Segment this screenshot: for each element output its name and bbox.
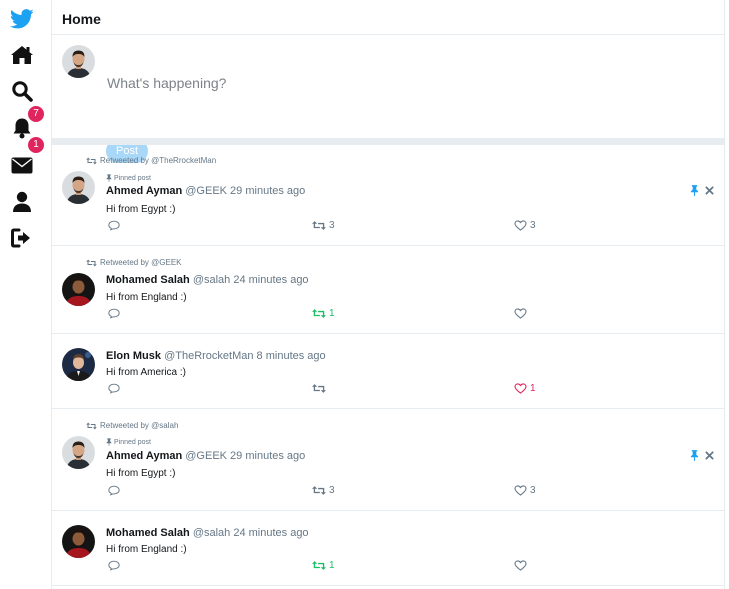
messages-envelope-icon[interactable]: 1 <box>8 137 44 179</box>
retweeted-by: Retweeted by @salah <box>86 421 178 430</box>
comment-button[interactable] <box>108 220 120 231</box>
main-timeline: Home Post Retweeted by @TheRrocketMan Pi… <box>51 0 725 589</box>
page-title: Home <box>62 11 101 27</box>
delete-close-icon[interactable] <box>705 451 714 460</box>
post-actions: 1 <box>108 308 538 320</box>
profile-user-icon[interactable] <box>8 188 36 216</box>
retweet-count: 1 <box>329 560 335 571</box>
like-count: 1 <box>530 383 536 394</box>
compose-box: Post <box>52 35 724 163</box>
post-header: Mohamed Salah @salah 24 minutes ago <box>106 274 309 286</box>
post-actions: 3 3 <box>108 220 538 232</box>
retweeted-by: Retweeted by @GEEK <box>86 258 182 267</box>
post-text: Hi from Egypt :) <box>106 468 176 479</box>
notifications-badge: 7 <box>28 106 44 122</box>
post-meta: @TheRrocketMan 8 minutes ago <box>164 350 326 362</box>
retweet-count: 3 <box>329 485 335 496</box>
like-count: 3 <box>530 220 536 231</box>
post-meta: @salah 24 minutes ago <box>192 527 309 539</box>
pinned-label-text: Pinned post <box>114 174 151 182</box>
post-author[interactable]: Mohamed Salah <box>106 274 190 286</box>
avatar[interactable] <box>62 436 95 469</box>
retweet-button[interactable]: 1 <box>312 560 335 571</box>
post-item: Mohamed Salah @salah 24 minutes ago Hi f… <box>52 511 724 586</box>
post-author[interactable]: Elon Musk <box>106 350 161 362</box>
delete-close-icon[interactable] <box>705 186 714 195</box>
comment-button[interactable] <box>108 560 120 571</box>
post-meta: @GEEK 29 minutes ago <box>185 450 306 462</box>
post-item: Retweeted by @salah Pinned post Ahmed Ay… <box>52 409 724 511</box>
pinned-label-text: Pinned post <box>114 438 151 446</box>
post-header: Ahmed Ayman @GEEK 29 minutes ago <box>106 185 305 197</box>
post-item: Retweeted by @GEEK Mohamed Salah @salah … <box>52 246 724 334</box>
pin-icon[interactable] <box>690 450 699 461</box>
avatar[interactable] <box>62 525 95 558</box>
retweet-button[interactable]: 3 <box>312 485 335 496</box>
messages-badge: 1 <box>28 137 44 153</box>
post-actions: 1 <box>108 383 538 395</box>
post-actions: 3 3 <box>108 485 538 497</box>
avatar[interactable] <box>62 273 95 306</box>
post-header: Ahmed Ayman @GEEK 29 minutes ago <box>106 450 305 462</box>
post-actions: 1 <box>108 560 538 572</box>
post-text: Hi from England :) <box>106 544 187 555</box>
retweet-count: 1 <box>329 308 335 319</box>
retweet-button[interactable]: 1 <box>312 308 335 319</box>
like-button[interactable]: 3 <box>514 485 536 496</box>
post-header: Elon Musk @TheRrocketMan 8 minutes ago <box>106 350 326 362</box>
post-text: Hi from America :) <box>106 367 187 378</box>
post-author[interactable]: Ahmed Ayman <box>106 185 182 197</box>
post-header: Mohamed Salah @salah 24 minutes ago <box>106 527 309 539</box>
pinned-label: Pinned post <box>106 438 151 446</box>
search-icon[interactable] <box>8 77 36 105</box>
post-meta: @GEEK 29 minutes ago <box>185 185 306 197</box>
post-meta: @salah 24 minutes ago <box>192 274 309 286</box>
retweeted-by-label: Retweeted by @GEEK <box>100 258 182 267</box>
page-header: Home <box>52 0 724 35</box>
avatar[interactable] <box>62 171 95 204</box>
post-author[interactable]: Mohamed Salah <box>106 527 190 539</box>
like-button[interactable] <box>514 560 530 571</box>
post-author[interactable]: Ahmed Ayman <box>106 450 182 462</box>
post-item: Elon Musk @TheRrocketMan 8 minutes ago H… <box>52 334 724 409</box>
retweeted-by: Retweeted by @TheRrocketMan <box>86 156 216 165</box>
comment-button[interactable] <box>108 485 120 496</box>
post-item: Retweeted by @TheRrocketMan Pinned post … <box>52 145 724 246</box>
post-text: Hi from Egypt :) <box>106 204 176 215</box>
like-button[interactable] <box>514 308 530 319</box>
avatar <box>62 45 95 78</box>
avatar[interactable] <box>62 348 95 381</box>
like-button[interactable]: 1 <box>514 383 536 394</box>
comment-button[interactable] <box>108 308 120 319</box>
comment-button[interactable] <box>108 383 120 394</box>
post-tools <box>690 450 714 461</box>
like-button[interactable]: 3 <box>514 220 536 231</box>
retweet-count: 3 <box>329 220 335 231</box>
post-tools <box>690 185 714 196</box>
like-count: 3 <box>530 485 536 496</box>
retweeted-by-label: Retweeted by @salah <box>100 421 179 430</box>
logout-icon[interactable] <box>8 224 36 252</box>
post-text: Hi from England :) <box>106 292 187 303</box>
retweet-button[interactable] <box>312 383 329 394</box>
compose-divider <box>52 138 724 145</box>
home-icon[interactable] <box>8 41 36 69</box>
sidebar-nav: 7 1 <box>0 0 46 589</box>
retweeted-by-label: Retweeted by @TheRrocketMan <box>100 156 217 165</box>
post-feed: Retweeted by @TheRrocketMan Pinned post … <box>52 145 724 586</box>
twitter-logo-icon[interactable] <box>8 5 36 33</box>
pinned-label: Pinned post <box>106 174 151 182</box>
pin-icon[interactable] <box>690 185 699 196</box>
compose-input[interactable] <box>107 75 667 91</box>
retweet-button[interactable]: 3 <box>312 220 335 231</box>
